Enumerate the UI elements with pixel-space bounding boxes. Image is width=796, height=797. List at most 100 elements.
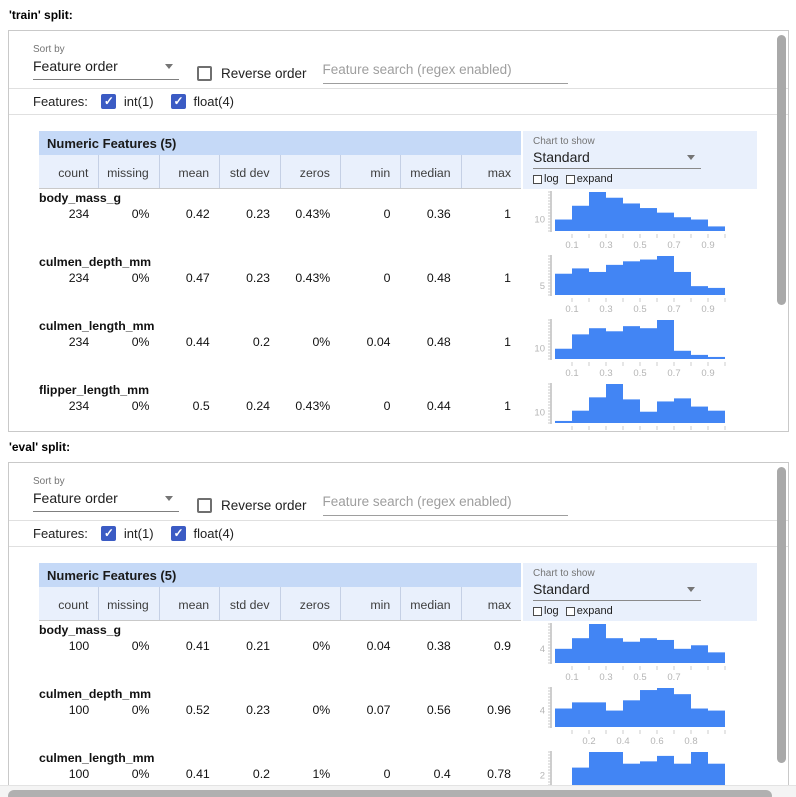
stat-values-row: 234 0% 0.42 0.23 0.43% 0 0.36 1 <box>39 207 521 221</box>
expand-checkbox[interactable] <box>566 607 575 616</box>
chart-type-dropdown[interactable]: Standard <box>533 579 701 601</box>
stat-value: 0.56 <box>401 703 461 717</box>
column-header: count <box>39 155 98 188</box>
feature-name: culmen_length_mm <box>39 751 521 765</box>
feature-rows: body_mass_g 100 0% 0.41 0.21 0% 0.04 0.3… <box>39 621 788 797</box>
log-checkbox[interactable] <box>533 607 542 616</box>
divider <box>9 546 788 547</box>
feature-name: culmen_depth_mm <box>39 255 521 269</box>
stat-values-row: 100 0% 0.52 0.23 0% 0.07 0.56 0.96 <box>39 703 521 717</box>
svg-text:0.6: 0.6 <box>650 736 663 747</box>
feature-row: body_mass_g 100 0% 0.41 0.21 0% 0.04 0.3… <box>39 621 788 685</box>
stat-value: 0% <box>99 703 159 717</box>
stat-value: 0% <box>280 335 340 349</box>
sort-by-value: Feature order <box>33 58 118 74</box>
stat-values-row: 100 0% 0.41 0.2 1% 0 0.4 0.78 <box>39 767 521 781</box>
stat-value: 0% <box>99 639 159 653</box>
chevron-down-icon <box>165 64 173 69</box>
feature-stats: culmen_length_mm 234 0% 0.44 0.2 0% 0.04… <box>39 317 521 381</box>
column-header-row: count missing mean std dev zeros min med… <box>39 587 521 621</box>
feature-search-input[interactable] <box>323 60 568 84</box>
svg-text:0.7: 0.7 <box>667 304 680 315</box>
sort-by-dropdown[interactable]: Sort by Feature order <box>33 44 179 88</box>
chevron-down-icon <box>165 496 173 501</box>
stat-value: 1 <box>461 271 521 285</box>
type-filter-checkbox[interactable] <box>171 94 186 109</box>
chart-options: log expand <box>533 173 757 185</box>
feature-stats: culmen_depth_mm 234 0% 0.47 0.23 0.43% 0… <box>39 253 521 317</box>
column-header: max <box>461 155 521 188</box>
feature-type-filter: int(1) <box>101 94 154 109</box>
chart-controls: Chart to show Standard log expand <box>523 131 757 189</box>
svg-text:0.7: 0.7 <box>667 240 680 251</box>
feature-type-filter: int(1) <box>101 526 154 541</box>
feature-search-input[interactable] <box>323 492 568 516</box>
chart-type-value: Standard <box>533 149 590 165</box>
type-filter-checkbox[interactable] <box>101 94 116 109</box>
type-filter-checkbox[interactable] <box>101 526 116 541</box>
histogram-chart: 50.10.30.50.70.9 <box>523 253 757 315</box>
stat-value: 0.96 <box>461 703 521 717</box>
chart-type-value: Standard <box>533 581 590 597</box>
stat-values-row: 100 0% 0.41 0.21 0% 0.04 0.38 0.9 <box>39 639 521 653</box>
sort-by-dropdown[interactable]: Sort by Feature order <box>33 476 179 520</box>
feature-search <box>323 60 568 88</box>
svg-text:0.1: 0.1 <box>565 240 578 251</box>
reverse-order-control: Reverse order <box>197 496 307 514</box>
controls-bar: Sort by Feature order Reverse order <box>9 31 788 88</box>
svg-text:0.5: 0.5 <box>633 368 646 379</box>
splits-root: 'train' split: Sort by Feature order Rev… <box>0 8 796 797</box>
svg-text:0.3: 0.3 <box>599 672 612 683</box>
sort-by-label: Sort by <box>33 476 179 487</box>
stat-value: 0.52 <box>160 703 220 717</box>
log-label: log <box>544 605 559 617</box>
feature-stats: body_mass_g 100 0% 0.41 0.21 0% 0.04 0.3… <box>39 621 521 685</box>
feature-name: body_mass_g <box>39 623 521 637</box>
vertical-scrollbar-thumb[interactable] <box>777 467 786 763</box>
expand-label: expand <box>577 605 613 617</box>
reverse-order-checkbox[interactable] <box>197 66 212 81</box>
stat-value: 0.41 <box>160 767 220 781</box>
horizontal-scrollbar-thumb[interactable] <box>8 790 772 797</box>
histogram-chart: 10 <box>523 381 757 432</box>
split-section: 'eval' split: Sort by Feature order Reve… <box>0 440 796 797</box>
reverse-order-label: Reverse order <box>221 66 307 81</box>
expand-checkbox[interactable] <box>566 175 575 184</box>
stat-value: 0.43% <box>280 399 340 413</box>
feature-name: flipper_length_mm <box>39 383 521 397</box>
feature-histogram: 40.20.40.60.8 <box>523 685 757 749</box>
stat-value: 0% <box>280 703 340 717</box>
feature-type-filter: float(4) <box>171 94 234 109</box>
log-checkbox[interactable] <box>533 175 542 184</box>
column-header-row: count missing mean std dev zeros min med… <box>39 155 521 189</box>
stat-value: 0.41 <box>160 639 220 653</box>
stat-value: 0.44 <box>160 335 220 349</box>
type-filter-checkbox[interactable] <box>171 526 186 541</box>
stat-value: 0.5 <box>160 399 220 413</box>
chart-type-dropdown[interactable]: Standard <box>533 147 701 169</box>
feature-row: culmen_depth_mm 234 0% 0.47 0.23 0.43% 0… <box>39 253 788 317</box>
table-head: Numeric Features (5) count missing mean … <box>39 563 788 621</box>
chart-controls: Chart to show Standard log expand <box>523 563 757 621</box>
split-title: 'eval' split: <box>9 440 796 454</box>
svg-text:0.1: 0.1 <box>565 304 578 315</box>
type-filter-label: int(1) <box>124 526 154 541</box>
svg-text:10: 10 <box>534 344 545 355</box>
column-header: mean <box>159 155 219 188</box>
feature-histogram: 100.10.30.50.70.9 <box>523 317 757 381</box>
horizontal-scrollbar-track[interactable] <box>0 785 796 797</box>
stat-value: 0% <box>99 399 159 413</box>
column-header: std dev <box>219 587 279 620</box>
stat-value: 1 <box>461 207 521 221</box>
stat-value: 0.23 <box>220 703 280 717</box>
table-head-left: Numeric Features (5) count missing mean … <box>39 563 521 621</box>
stat-value: 0% <box>280 639 340 653</box>
feature-type-filter-bar: Features: int(1) float(4) <box>9 89 788 114</box>
svg-text:0.4: 0.4 <box>616 736 629 747</box>
stat-value: 0.04 <box>340 335 400 349</box>
histogram-chart: 40.20.40.60.8 <box>523 685 757 747</box>
feature-name: culmen_depth_mm <box>39 687 521 701</box>
reverse-order-checkbox[interactable] <box>197 498 212 513</box>
vertical-scrollbar-thumb[interactable] <box>777 35 786 305</box>
stat-value: 0.4 <box>401 767 461 781</box>
